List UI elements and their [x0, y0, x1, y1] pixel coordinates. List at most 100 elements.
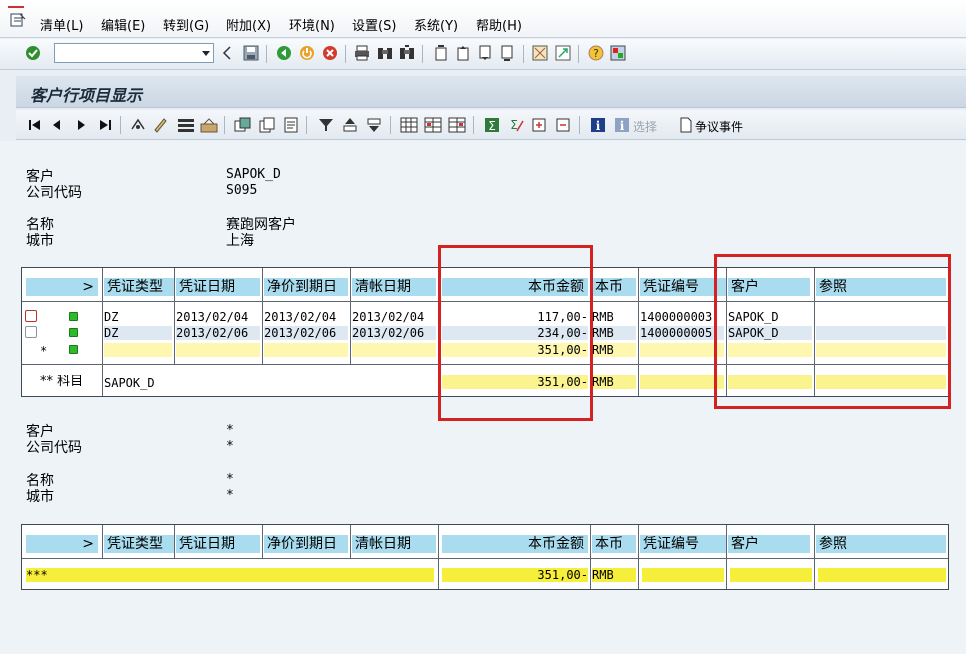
print-icon[interactable]: [353, 44, 371, 62]
menu-extras[interactable]: 附加(X): [226, 15, 271, 34]
customer-value: SAPOK_D: [226, 167, 281, 182]
sum-icon[interactable]: Σ: [483, 116, 501, 134]
grand-total-cell: [730, 568, 812, 582]
menu-edit[interactable]: 编辑(E): [101, 15, 145, 34]
menu-goto[interactable]: 转到(G): [163, 15, 209, 34]
doc-date-header[interactable]: 凭证日期: [176, 535, 260, 553]
layout-menu-icon[interactable]: [609, 44, 627, 62]
row-select-checkbox[interactable]: [25, 326, 37, 338]
help-icon[interactable]: ?: [587, 44, 605, 62]
svg-text:i: i: [596, 119, 601, 133]
back-icon[interactable]: [275, 44, 293, 62]
menu-list[interactable]: 清单(L): [40, 15, 83, 34]
command-field[interactable]: [54, 43, 214, 63]
subtotal-marker: *: [40, 344, 48, 358]
amount-header[interactable]: 本币金额: [442, 535, 588, 553]
company-code-label: 公司代码: [26, 440, 82, 456]
exit-icon[interactable]: [298, 44, 316, 62]
next-icon[interactable]: [72, 116, 90, 134]
doc-type-header[interactable]: 凭证类型: [104, 535, 174, 553]
menu-help[interactable]: 帮助(H): [476, 15, 522, 34]
menu-environment[interactable]: 环境(N): [289, 15, 335, 34]
net-due-header[interactable]: 净价到期日: [264, 535, 348, 553]
display-icon[interactable]: [129, 116, 147, 134]
back-small-icon[interactable]: [218, 44, 236, 62]
document-icon[interactable]: [234, 116, 252, 134]
menu-system[interactable]: 系统(Y): [414, 15, 458, 34]
window-accent: [8, 6, 24, 8]
column-insert-icon[interactable]: [424, 116, 442, 134]
expand-icon[interactable]: [530, 116, 548, 134]
collapse-icon[interactable]: [554, 116, 572, 134]
net-due-header[interactable]: 净价到期日: [264, 278, 348, 296]
subtotal-icon[interactable]: Σ: [507, 116, 525, 134]
currency-header[interactable]: 本币: [592, 278, 636, 296]
currency-header[interactable]: 本币: [592, 535, 636, 553]
chevron-down-icon[interactable]: [201, 47, 211, 59]
status-icon: [69, 345, 78, 354]
save-icon[interactable]: [242, 44, 260, 62]
previous-page-icon[interactable]: [454, 44, 472, 62]
expand-column-header[interactable]: >: [26, 535, 98, 553]
account-total-marker: ** 科目: [40, 375, 84, 389]
menu-bar: 清单(L) 编辑(E) 转到(G) 附加(X) 环境(N) 设置(S) 系统(Y…: [0, 0, 966, 38]
grand-total-marker: ***: [26, 568, 434, 582]
sort-ascending-icon[interactable]: [341, 116, 359, 134]
new-session-icon[interactable]: [531, 44, 549, 62]
account-total-currency: RMB: [592, 375, 636, 389]
customer-header[interactable]: 客户: [728, 535, 810, 553]
dispute-case-button[interactable]: 争议事件: [695, 118, 743, 135]
find-icon[interactable]: [376, 44, 394, 62]
title-bar: 客户行项目显示: [16, 76, 966, 108]
grand-total-cell: [642, 568, 724, 582]
subtotal-cell: [640, 343, 724, 357]
svg-text:Σ: Σ: [488, 119, 496, 133]
row-select-checkbox[interactable]: [25, 310, 37, 322]
sort-descending-icon[interactable]: [365, 116, 383, 134]
filter-icon[interactable]: [317, 116, 335, 134]
grand-total-cell: [818, 568, 946, 582]
enter-icon[interactable]: [24, 44, 42, 62]
first-icon[interactable]: [26, 116, 44, 134]
company-code-label: 公司代码: [26, 185, 82, 201]
doc-no-header[interactable]: 凭证编号: [640, 535, 726, 553]
table-row-doc-no[interactable]: 1400000005: [640, 326, 724, 340]
settings-icon[interactable]: [200, 116, 218, 134]
table-row-doc-no[interactable]: 1400000003: [640, 310, 724, 324]
account-total-cell: [640, 375, 724, 389]
first-page-icon[interactable]: [432, 44, 450, 62]
table-row-doc-date: 2013/02/06: [176, 326, 260, 340]
column-delete-icon[interactable]: [448, 116, 466, 134]
subtotal-currency: RMB: [592, 343, 636, 357]
clear-date-header[interactable]: 清帐日期: [352, 278, 436, 296]
expand-column-header[interactable]: >: [26, 278, 98, 296]
doc-date-header[interactable]: 凭证日期: [176, 278, 260, 296]
doc-type-header[interactable]: 凭证类型: [104, 278, 174, 296]
last-icon[interactable]: [96, 116, 114, 134]
table-row-currency: RMB: [592, 326, 636, 340]
change-icon[interactable]: [151, 116, 169, 134]
menu-settings[interactable]: 设置(S): [352, 15, 396, 34]
table-icon[interactable]: [400, 116, 418, 134]
info-icon[interactable]: i: [589, 116, 607, 134]
copy-document-icon[interactable]: [258, 116, 276, 134]
city-label: 城市: [26, 489, 54, 505]
table-row-doc-date: 2013/02/04: [176, 310, 260, 324]
document-page-icon[interactable]: [677, 116, 695, 134]
account-total-account: SAPOK_D: [104, 376, 155, 390]
find-next-icon[interactable]: [398, 44, 416, 62]
menu-icon[interactable]: [10, 13, 26, 27]
previous-icon[interactable]: [48, 116, 66, 134]
next-page-icon[interactable]: [476, 44, 494, 62]
last-page-icon[interactable]: [498, 44, 516, 62]
reference-header[interactable]: 参照: [816, 535, 946, 553]
city-value: *: [226, 488, 234, 503]
select-layout-icon[interactable]: [177, 116, 195, 134]
svg-text:Σ: Σ: [510, 118, 518, 132]
table-row-clear-date: 2013/02/06: [352, 326, 436, 340]
grand-total-grid: > 凭证类型 凭证日期 净价到期日 清帐日期 本币金额 本币 凭证编号 客户 参…: [21, 524, 949, 590]
clear-date-header[interactable]: 清帐日期: [352, 535, 436, 553]
cancel-icon[interactable]: [321, 44, 339, 62]
note-icon[interactable]: [282, 116, 300, 134]
shortcut-icon[interactable]: [554, 44, 572, 62]
